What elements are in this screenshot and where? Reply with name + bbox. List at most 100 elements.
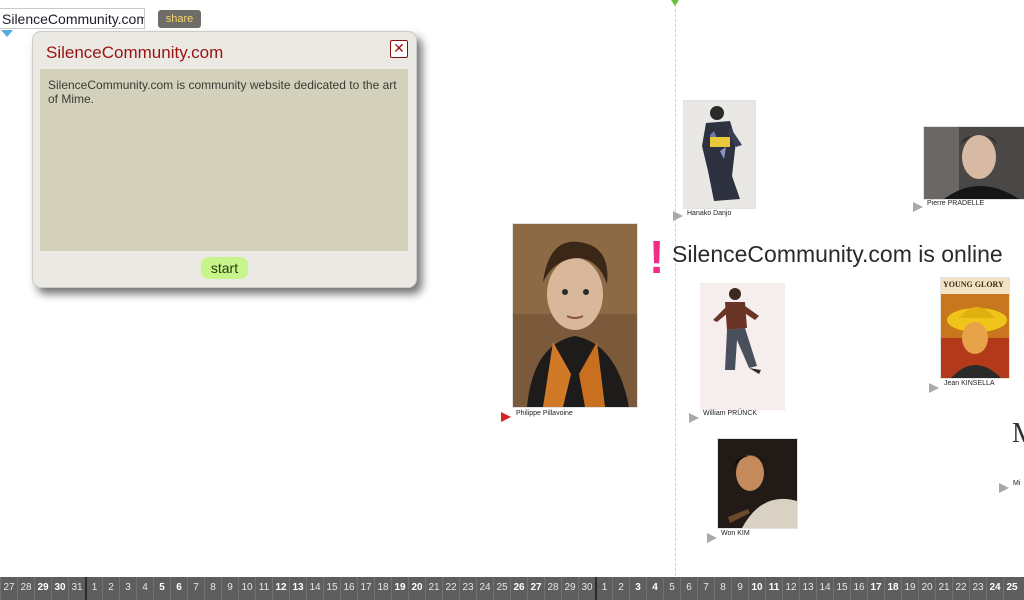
person-photo-jean-kinsella[interactable]: YOUNG GLORY — [940, 277, 1010, 379]
close-icon[interactable]: ✕ — [390, 40, 408, 58]
poster-title: YOUNG GLORY — [943, 280, 1004, 289]
play-arrow-grey-icon[interactable] — [707, 533, 717, 543]
person-name-pierre-pradelle[interactable]: Pierre PRADELLE — [927, 200, 984, 207]
site-title-tab[interactable]: SilenceCommunity.com — [0, 8, 145, 29]
timeline-day[interactable]: 12 — [272, 577, 289, 600]
timeline-day[interactable]: 7 — [187, 577, 204, 600]
timeline-day[interactable]: 19 — [901, 577, 918, 600]
person-photo-won-kim[interactable] — [717, 438, 798, 529]
person-name-william-prunck[interactable]: William PRÜNCK — [703, 410, 757, 417]
timeline-day[interactable]: 13 — [799, 577, 816, 600]
timeline-day[interactable]: 20 — [408, 577, 425, 600]
timeline-day[interactable]: 22 — [442, 577, 459, 600]
exclamation-icon: ! — [649, 231, 665, 283]
person-name-won-kim[interactable]: Won KIM — [721, 530, 750, 537]
timeline-day[interactable]: 5 — [153, 577, 170, 600]
timeline-day[interactable]: 27 — [0, 577, 17, 600]
timeline-day[interactable]: 16 — [850, 577, 867, 600]
popup-description: SilenceCommunity.com is community websit… — [40, 69, 408, 251]
timeline-day[interactable]: 28 — [544, 577, 561, 600]
timeline-day[interactable]: 21 — [425, 577, 442, 600]
person-name-partial[interactable]: Mi — [1013, 480, 1020, 487]
timeline-day[interactable]: 1 — [595, 577, 612, 600]
timeline-day[interactable]: 3 — [119, 577, 136, 600]
timeline-day[interactable]: 10 — [748, 577, 765, 600]
timeline-day[interactable]: 7 — [697, 577, 714, 600]
start-button[interactable]: start — [201, 257, 248, 279]
timeline-day[interactable]: 25 — [1003, 577, 1020, 600]
timeline-day[interactable]: 3 — [629, 577, 646, 600]
dropdown-caret-icon[interactable] — [1, 30, 13, 37]
timeline-day[interactable]: 29 — [34, 577, 51, 600]
timeline-day[interactable]: 8 — [714, 577, 731, 600]
timeline-day[interactable]: 14 — [306, 577, 323, 600]
timeline-day-strip[interactable]: 27 28 29 30 31 1 2 3 4 5 6 7 8 9 10 11 12 13 14 15 16 17 18 19 2… — [0, 577, 1024, 600]
timeline-day[interactable]: 24 — [986, 577, 1003, 600]
timeline-day[interactable]: 12 — [782, 577, 799, 600]
timeline-day[interactable]: 13 — [289, 577, 306, 600]
person-name-jean-kinsella[interactable]: Jean KINSELLA — [944, 380, 995, 387]
timeline-cursor-marker-icon[interactable] — [671, 0, 679, 6]
timeline-day[interactable]: 23 — [459, 577, 476, 600]
timeline-day[interactable]: 4 — [646, 577, 663, 600]
info-popup: SilenceCommunity.com ✕ SilenceCommunity.… — [32, 31, 417, 288]
dancer-image — [701, 284, 784, 409]
timeline-day[interactable]: 1 — [85, 577, 102, 600]
portrait-image — [924, 127, 1024, 199]
play-arrow-grey-icon[interactable] — [913, 202, 923, 212]
timeline-day[interactable]: 11 — [765, 577, 782, 600]
share-button[interactable]: share — [158, 10, 201, 28]
timeline-day[interactable]: 24 — [476, 577, 493, 600]
timeline-day[interactable]: 18 — [884, 577, 901, 600]
timeline-day[interactable]: 31 — [68, 577, 85, 600]
partial-image-glyph[interactable]: M — [1012, 420, 1024, 448]
timeline-day[interactable]: 30 — [51, 577, 68, 600]
timeline-day[interactable]: 17 — [867, 577, 884, 600]
play-arrow-grey-icon[interactable] — [689, 413, 699, 423]
timeline-day[interactable]: 30 — [578, 577, 595, 600]
timeline-day[interactable]: 22 — [952, 577, 969, 600]
timeline-day[interactable]: 9 — [731, 577, 748, 600]
timeline-day[interactable]: 14 — [816, 577, 833, 600]
person-name-philippe-pillavoine[interactable]: Philippe Pillavoine — [516, 410, 573, 417]
person-photo-hanako-danjo[interactable] — [683, 100, 756, 209]
timeline-day[interactable]: 27 — [527, 577, 544, 600]
play-arrow-red-icon[interactable] — [501, 412, 511, 422]
timeline-day[interactable]: 20 — [918, 577, 935, 600]
timeline-cursor-line — [675, 4, 676, 576]
timeline-day[interactable]: 6 — [170, 577, 187, 600]
play-arrow-grey-icon[interactable] — [673, 211, 683, 221]
timeline-day[interactable]: 2 — [102, 577, 119, 600]
timeline-day[interactable]: 15 — [323, 577, 340, 600]
timeline-day[interactable]: 8 — [204, 577, 221, 600]
timeline-day[interactable]: 11 — [255, 577, 272, 600]
play-arrow-grey-icon[interactable] — [929, 383, 939, 393]
timeline-day[interactable]: 28 — [17, 577, 34, 600]
timeline-day[interactable]: 25 — [493, 577, 510, 600]
timeline-day[interactable]: 6 — [680, 577, 697, 600]
timeline-day[interactable]: 10 — [238, 577, 255, 600]
timeline-day[interactable]: 15 — [833, 577, 850, 600]
timeline-day[interactable]: 19 — [391, 577, 408, 600]
timeline-day[interactable]: 2 — [612, 577, 629, 600]
timeline-day[interactable]: 26 — [510, 577, 527, 600]
poster-image — [941, 278, 1009, 378]
portrait-image — [718, 439, 797, 528]
person-photo-william-prunck[interactable] — [700, 283, 785, 410]
timeline-day[interactable]: 4 — [136, 577, 153, 600]
timeline-day[interactable]: 18 — [374, 577, 391, 600]
popup-title: SilenceCommunity.com — [46, 43, 224, 62]
play-arrow-grey-icon[interactable] — [999, 483, 1009, 493]
timeline-day[interactable]: 21 — [935, 577, 952, 600]
timeline-day[interactable]: 29 — [561, 577, 578, 600]
timeline-day[interactable]: 17 — [357, 577, 374, 600]
person-photo-philippe-pillavoine[interactable] — [512, 223, 638, 408]
timeline-day[interactable]: 23 — [969, 577, 986, 600]
person-name-hanako-danjo[interactable]: Hanako Danjo — [687, 210, 731, 217]
person-photo-pierre-pradelle[interactable] — [923, 126, 1024, 200]
timeline-day[interactable]: 16 — [340, 577, 357, 600]
timeline-day[interactable]: 9 — [221, 577, 238, 600]
event-headline[interactable]: SilenceCommunity.com is online — [672, 241, 1003, 268]
portrait-image — [513, 224, 637, 407]
timeline-day[interactable]: 5 — [663, 577, 680, 600]
